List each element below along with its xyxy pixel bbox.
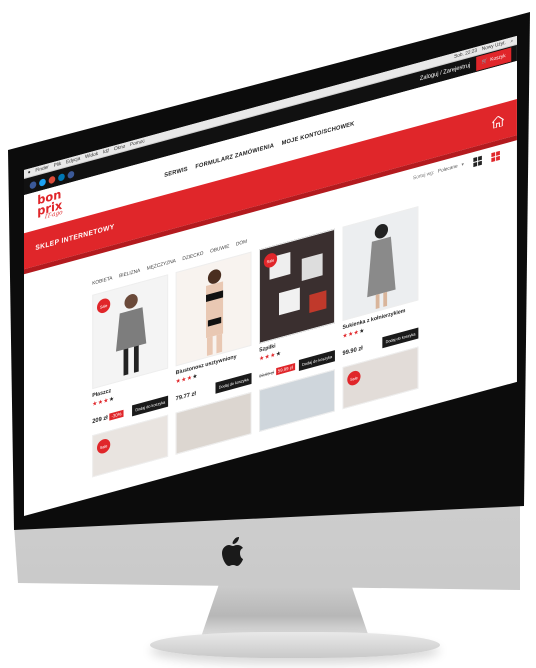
sale-badge: Sale [96,437,111,456]
apple-menu-icon[interactable]: ● [28,169,31,176]
grid-view-icon[interactable] [473,155,482,167]
imac-stand-foot [150,632,440,658]
search-icon[interactable]: ⌕ [511,38,514,45]
product-card[interactable]: Sale Płaszcz ★★★★ 209 zł -30% Dodaj do k… [92,274,169,428]
cart-label: Koszyk [490,52,506,64]
old-price: 99.99 zł [259,369,275,379]
product-price: 209 zł [92,414,108,425]
dress-model-image [367,223,396,309]
product-photo[interactable]: Sale [259,228,335,344]
facebook-icon[interactable] [29,180,37,190]
nav-item-account[interactable]: MOJE KONTO/SCHOWEK [282,121,355,147]
shoes-image [260,229,335,343]
menu-item[interactable]: Plik [54,161,62,169]
coat-model-image [115,294,147,376]
list-view-icon[interactable] [491,150,500,162]
social-icon[interactable] [67,169,75,179]
product-photo[interactable]: Sale [92,274,169,390]
cart-icon: 🛒 [481,57,488,66]
lingerie-model-image [206,269,224,356]
imac-device: ● Finder Plik Edycja Widok Idź Okno Pomo… [0,0,536,668]
google-plus-icon[interactable] [48,175,56,184]
product-photo[interactable] [342,206,419,322]
apple-logo-icon [222,537,243,566]
discount-badge: -30% [109,409,124,421]
product-photo[interactable] [175,251,252,367]
nav-item-serwis[interactable]: SERWIS [164,167,187,179]
menu-item[interactable]: Idź [103,148,109,156]
chevron-down-icon: ▾ [461,161,464,169]
home-icon[interactable] [492,115,504,129]
sale-badge: Sale [347,369,361,387]
linkedin-icon[interactable] [58,172,65,182]
logo[interactable]: bon prix IT-ago [35,186,71,226]
product-card[interactable]: Sale Szpilki ★★★★ 99.99 zł 59.99 zł Doda… [259,228,335,382]
imac-stand-neck [200,580,370,640]
product-card[interactable]: Sukienka z kołnierzykiem ★★★★ 99.90 zł D… [342,206,419,360]
nav-item-order-form[interactable]: FORMULARZ ZAMÓWIENIA [195,143,274,170]
product-card[interactable]: Biustonosz usztywniony ★★★★ 79.77 zł Dod… [175,251,252,405]
twitter-icon[interactable] [39,177,46,187]
